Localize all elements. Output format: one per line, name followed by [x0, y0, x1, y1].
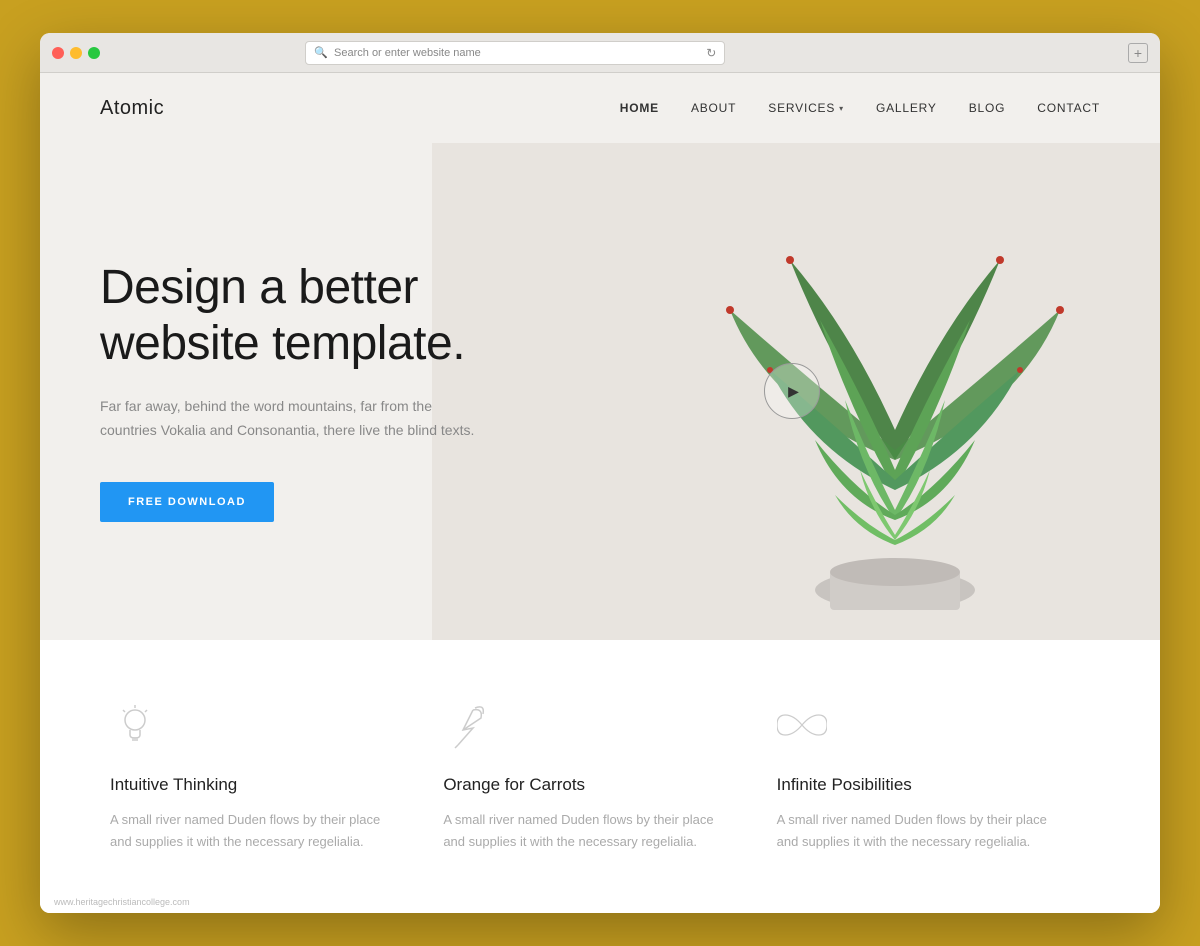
play-button[interactable]: ▶	[764, 363, 820, 419]
carrot-icon	[443, 700, 493, 750]
nav-about[interactable]: ABOUT	[691, 101, 736, 115]
feature-desc-3: A small river named Duden flows by their…	[777, 809, 1070, 853]
browser-window: 🔍 Search or enter website name ↻ + Atomi…	[40, 33, 1160, 913]
refresh-icon[interactable]: ↻	[706, 46, 716, 60]
feature-card-1: Intuitive Thinking A small river named D…	[100, 680, 433, 873]
hero-section: Design a better website template. Far fa…	[40, 143, 1160, 640]
nav-home[interactable]: HOME	[620, 101, 659, 115]
feature-title-1: Intuitive Thinking	[110, 775, 403, 795]
hero-subtitle: Far far away, behind the word mountains,…	[100, 395, 480, 443]
feature-card-3: Infinite Posibilities A small river name…	[767, 680, 1100, 873]
infinity-icon	[777, 700, 827, 750]
maximize-button[interactable]	[88, 47, 100, 59]
hero-title: Design a better website template.	[100, 260, 500, 370]
nav-links: HOME ABOUT SERVICES ▾ GALLERY BLOG CONTA…	[620, 101, 1100, 115]
nav-contact[interactable]: CONTACT	[1037, 101, 1100, 115]
feature-title-2: Orange for Carrots	[443, 775, 736, 795]
nav-gallery[interactable]: GALLERY	[876, 101, 937, 115]
browser-chrome: 🔍 Search or enter website name ↻ +	[40, 33, 1160, 73]
nav-blog[interactable]: BLOG	[969, 101, 1006, 115]
address-text: Search or enter website name	[334, 47, 700, 59]
close-button[interactable]	[52, 47, 64, 59]
website-content: Atomic HOME ABOUT SERVICES ▾ GALLERY BLO…	[40, 73, 1160, 913]
new-tab-button[interactable]: +	[1128, 43, 1148, 63]
lightbulb-icon	[110, 700, 160, 750]
feature-desc-1: A small river named Duden flows by their…	[110, 809, 403, 853]
feature-card-2: Orange for Carrots A small river named D…	[433, 680, 766, 873]
footer-url: www.heritagechristiancollege.com	[54, 897, 190, 907]
site-logo[interactable]: Atomic	[100, 97, 164, 120]
minimize-button[interactable]	[70, 47, 82, 59]
feature-title-3: Infinite Posibilities	[777, 775, 1070, 795]
nav-services[interactable]: SERVICES ▾	[768, 101, 844, 115]
play-icon: ▶	[788, 383, 799, 400]
main-nav: Atomic HOME ABOUT SERVICES ▾ GALLERY BLO…	[40, 73, 1160, 143]
dropdown-arrow-icon: ▾	[839, 104, 844, 113]
succulent-illustration	[570, 143, 1160, 640]
search-icon: 🔍	[314, 46, 328, 59]
feature-desc-2: A small river named Duden flows by their…	[443, 809, 736, 853]
traffic-lights	[52, 47, 100, 59]
address-bar[interactable]: 🔍 Search or enter website name ↻	[305, 41, 725, 65]
hero-content: Design a better website template. Far fa…	[40, 260, 560, 522]
cta-button[interactable]: FREE DOWNLOAD	[100, 482, 274, 522]
features-section: Intuitive Thinking A small river named D…	[40, 640, 1160, 913]
